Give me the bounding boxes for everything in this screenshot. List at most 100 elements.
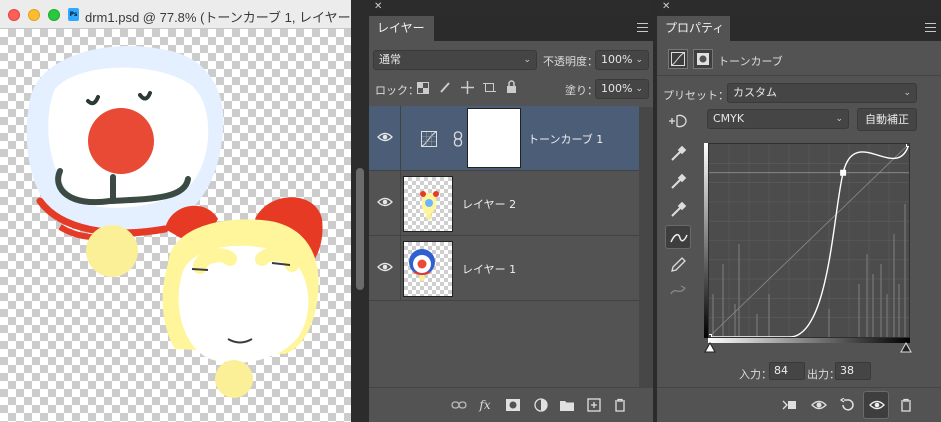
chevron-down-icon: ⌄ — [835, 114, 843, 124]
properties-panel-header: ✕ — [657, 0, 941, 16]
eye-icon — [869, 400, 885, 410]
curve-graph[interactable] — [706, 141, 912, 340]
fx-icon[interactable]: fx — [477, 398, 493, 412]
curve-control-point[interactable] — [906, 141, 912, 147]
blend-mode-value: 通常 — [379, 53, 401, 66]
opacity-label: 不透明度： — [543, 55, 598, 68]
artwork — [26, 46, 323, 398]
layer-row-tone-curve[interactable]: トーンカーブ 1 — [369, 106, 639, 171]
visibility-toggle[interactable] — [369, 236, 401, 301]
trash-icon[interactable] — [612, 398, 628, 412]
link-icon[interactable] — [453, 131, 463, 147]
white-point-eyedropper[interactable] — [665, 198, 691, 222]
layer-name[interactable]: トーンカーブ 1 — [528, 131, 603, 147]
minimize-window-button[interactable] — [28, 9, 40, 21]
output-value-field[interactable]: 38 — [835, 362, 871, 380]
opacity-field[interactable]: 100% ⌄ — [595, 50, 649, 70]
close-panel-icon[interactable]: ✕ — [662, 1, 670, 12]
pencil-tool[interactable] — [665, 253, 691, 277]
properties-tabbar: プロパティ — [657, 16, 941, 41]
layers-scrollbar[interactable] — [639, 107, 653, 387]
on-image-adjustment-icon[interactable] — [667, 112, 689, 130]
fill-field[interactable]: 100% ⌄ — [595, 79, 649, 99]
panel-menu-icon[interactable] — [925, 23, 936, 33]
close-panel-icon[interactable]: ✕ — [374, 1, 382, 12]
layer-mask-thumbnail[interactable] — [468, 109, 520, 167]
link-icon[interactable] — [451, 398, 467, 412]
lock-move-icon[interactable] — [461, 81, 474, 94]
properties-panel: ✕ プロパティ トーンカーブ プリセット： カスタム ⌄ CMYK ⌄ 自動補正 — [657, 0, 941, 422]
auto-button[interactable]: 自動補正 — [857, 108, 917, 131]
yellow-bell — [215, 360, 253, 398]
add-mask-icon[interactable] — [505, 398, 521, 412]
gray-point-eyedropper[interactable] — [665, 170, 691, 194]
preset-select[interactable]: カスタム ⌄ — [727, 83, 917, 103]
blue-bell — [86, 225, 138, 277]
curve-control-point[interactable] — [840, 169, 847, 176]
document-window: Ps drm1.psd @ 77.8% (トーンカーブ 1, レイヤー… — [0, 0, 364, 422]
document-scrollbar[interactable] — [351, 0, 369, 422]
red-nose — [88, 108, 154, 174]
lock-brush-icon[interactable] — [439, 81, 452, 94]
canvas[interactable] — [0, 29, 351, 422]
chevron-down-icon: ⌄ — [635, 55, 643, 65]
chevron-down-icon: ⌄ — [903, 88, 911, 98]
mask-icon[interactable] — [693, 49, 713, 69]
clip-to-layer-icon[interactable] — [781, 398, 797, 412]
curve-control-point[interactable] — [706, 334, 712, 340]
tab-properties[interactable]: プロパティ — [657, 16, 731, 41]
panel-menu-icon[interactable] — [637, 23, 648, 33]
layers-panel: ✕ レイヤー 通常 ⌄ 不透明度： 100% ⌄ ロック： 塗り： 100% ⌄… — [369, 0, 653, 422]
curves-adjustment-icon — [421, 131, 437, 147]
reset-icon[interactable] — [839, 398, 855, 412]
document-scrollbar-thumb[interactable] — [356, 168, 364, 290]
layers-footer: fx — [369, 387, 653, 422]
visibility-toggle[interactable] — [369, 106, 401, 171]
folder-icon[interactable] — [559, 398, 575, 412]
trash-icon[interactable] — [898, 398, 914, 412]
eyedropper-icon — [671, 173, 687, 189]
layer-thumbnail[interactable] — [403, 241, 453, 297]
eyedropper-icon — [671, 201, 687, 217]
blend-mode-select[interactable]: 通常 ⌄ — [373, 50, 537, 70]
curves-adjustment-icon[interactable] — [668, 49, 688, 69]
pencil-icon — [671, 257, 686, 272]
visibility-toggle[interactable] — [369, 171, 401, 236]
channel-select[interactable]: CMYK ⌄ — [707, 109, 849, 129]
properties-footer — [657, 387, 941, 422]
ps-file-icon: Ps — [68, 8, 79, 21]
new-layer-icon[interactable] — [586, 398, 602, 412]
lock-transparency-icon[interactable] — [417, 82, 429, 94]
maximize-window-button[interactable] — [48, 9, 60, 21]
lock-artboard-icon[interactable] — [483, 81, 496, 94]
adjustment-icon[interactable] — [533, 398, 549, 412]
preset-value: カスタム — [733, 86, 777, 99]
input-value-field[interactable]: 84 — [769, 362, 805, 380]
input-gradient — [708, 338, 910, 343]
layer-row-layer-1[interactable]: レイヤー 1 — [369, 236, 639, 301]
layer-name[interactable]: レイヤー 2 — [462, 196, 516, 212]
curve-graph-svg[interactable] — [706, 141, 912, 340]
eyedropper-icon — [671, 145, 687, 161]
tab-layers[interactable]: レイヤー — [369, 16, 435, 41]
edit-points-tool[interactable] — [665, 225, 691, 249]
layer-thumbnail[interactable] — [403, 176, 453, 232]
lock-all-icon[interactable] — [506, 80, 517, 94]
close-window-button[interactable] — [8, 9, 20, 21]
document-titlebar[interactable]: Ps drm1.psd @ 77.8% (トーンカーブ 1, レイヤー… — [0, 0, 364, 29]
view-previous-icon[interactable] — [811, 398, 827, 412]
eye-icon — [377, 262, 393, 272]
yellow-eye-left — [191, 268, 209, 271]
smooth-tool[interactable] — [665, 279, 691, 303]
document-title: drm1.psd @ 77.8% (トーンカーブ 1, レイヤー… — [85, 10, 364, 25]
white-point-slider[interactable] — [900, 342, 912, 354]
layer-name[interactable]: レイヤー 1 — [462, 261, 516, 277]
layers-tabbar: レイヤー — [369, 16, 653, 41]
visibility-toggle-button[interactable] — [863, 391, 889, 419]
layer-row-layer-2[interactable]: レイヤー 2 — [369, 171, 639, 236]
fill-value: 100% — [601, 82, 633, 95]
chevron-down-icon: ⌄ — [635, 84, 643, 94]
eye-icon — [377, 132, 393, 142]
black-point-slider[interactable] — [704, 342, 716, 354]
black-point-eyedropper[interactable] — [665, 142, 691, 166]
